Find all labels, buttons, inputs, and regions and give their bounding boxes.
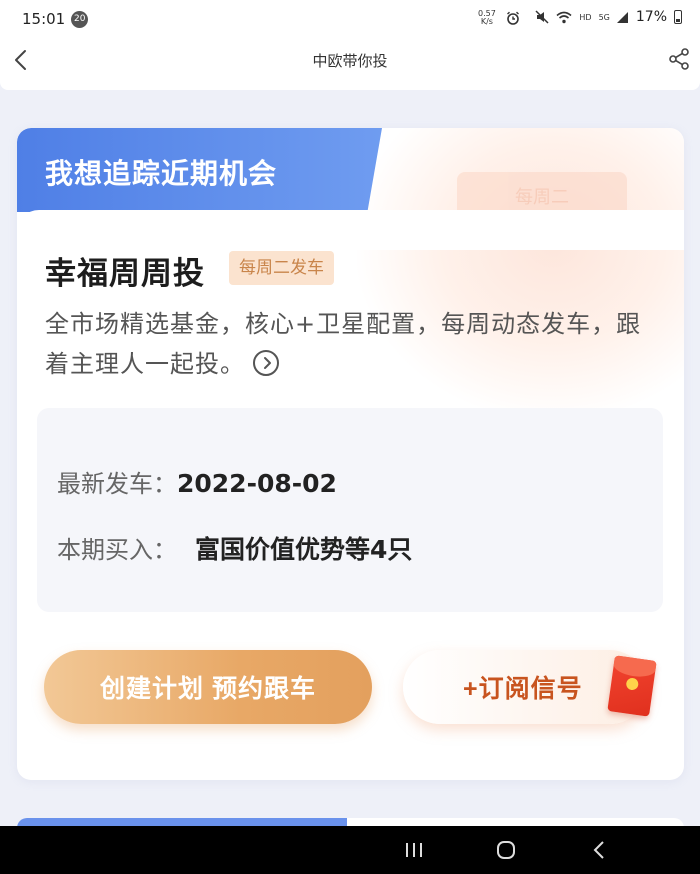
status-time: 15:01 bbox=[22, 10, 66, 28]
system-nav-bar bbox=[0, 826, 700, 874]
investment-card: 每周二 我想追踪近期机会 幸福周周投 每周二发车 全市场精选基金，核心+卫星配置… bbox=[17, 128, 684, 780]
chevron-left-icon[interactable] bbox=[8, 46, 36, 74]
share-icon[interactable] bbox=[666, 46, 692, 72]
nav-bar: 中欧带你投 bbox=[0, 38, 700, 82]
speed-unit: K/s bbox=[480, 17, 493, 26]
status-indicators: 0.57 K/s bbox=[478, 10, 520, 26]
envelope-coin bbox=[625, 677, 640, 691]
signal-icon bbox=[616, 11, 628, 23]
battery-percent: 17% bbox=[635, 9, 667, 25]
wifi-icon bbox=[556, 11, 572, 23]
notification-count-badge: 20 bbox=[71, 10, 89, 28]
network-5g: 5G bbox=[598, 12, 610, 22]
status-bar: 15:01 20 0.57 K/s HD 5G 17% bbox=[0, 0, 700, 38]
recent-apps-icon[interactable] bbox=[402, 838, 426, 862]
status-right: HD 5G 17% bbox=[535, 9, 682, 25]
page-title: 中欧带你投 bbox=[312, 51, 388, 70]
current-buy-value: 富国价值优势等4只 bbox=[195, 535, 413, 564]
description-text: 全市场精选基金，核心+卫星配置，每周动态发车，跟着主理人一起投。 bbox=[45, 310, 642, 378]
latest-departure-row: 最新发车：2022-08-02 bbox=[57, 464, 337, 499]
product-description: 全市场精选基金，核心+卫星配置，每周动态发车，跟着主理人一起投。 bbox=[45, 304, 655, 384]
current-buy-label: 本期买入： bbox=[57, 536, 177, 564]
product-tag: 每周二发车 bbox=[229, 251, 334, 285]
info-box: 最新发车：2022-08-02 本期买入： 富国价值优势等4只 bbox=[37, 408, 663, 612]
battery-icon bbox=[674, 10, 682, 24]
latest-departure-label: 最新发车： bbox=[57, 470, 177, 498]
previous-card-bottom bbox=[0, 82, 700, 90]
chevron-right-circle-icon[interactable] bbox=[253, 350, 279, 376]
create-plan-button[interactable]: 创建计划 预约跟车 bbox=[44, 650, 372, 724]
card-header-title: 我想追踪近期机会 bbox=[45, 157, 278, 190]
card-body-top bbox=[17, 210, 684, 250]
back-icon[interactable] bbox=[588, 838, 612, 862]
latest-departure-value: 2022-08-02 bbox=[177, 469, 337, 498]
mute-icon bbox=[535, 10, 549, 24]
product-title: 幸福周周投 bbox=[45, 256, 205, 292]
current-buy-row: 本期买入： 富国价值优势等4只 bbox=[57, 530, 412, 566]
home-icon[interactable] bbox=[494, 838, 518, 862]
red-envelope-icon bbox=[607, 655, 657, 717]
network-hd: HD bbox=[579, 12, 592, 22]
alarm-icon bbox=[506, 11, 519, 25]
network-speed: 0.57 K/s bbox=[478, 10, 496, 26]
